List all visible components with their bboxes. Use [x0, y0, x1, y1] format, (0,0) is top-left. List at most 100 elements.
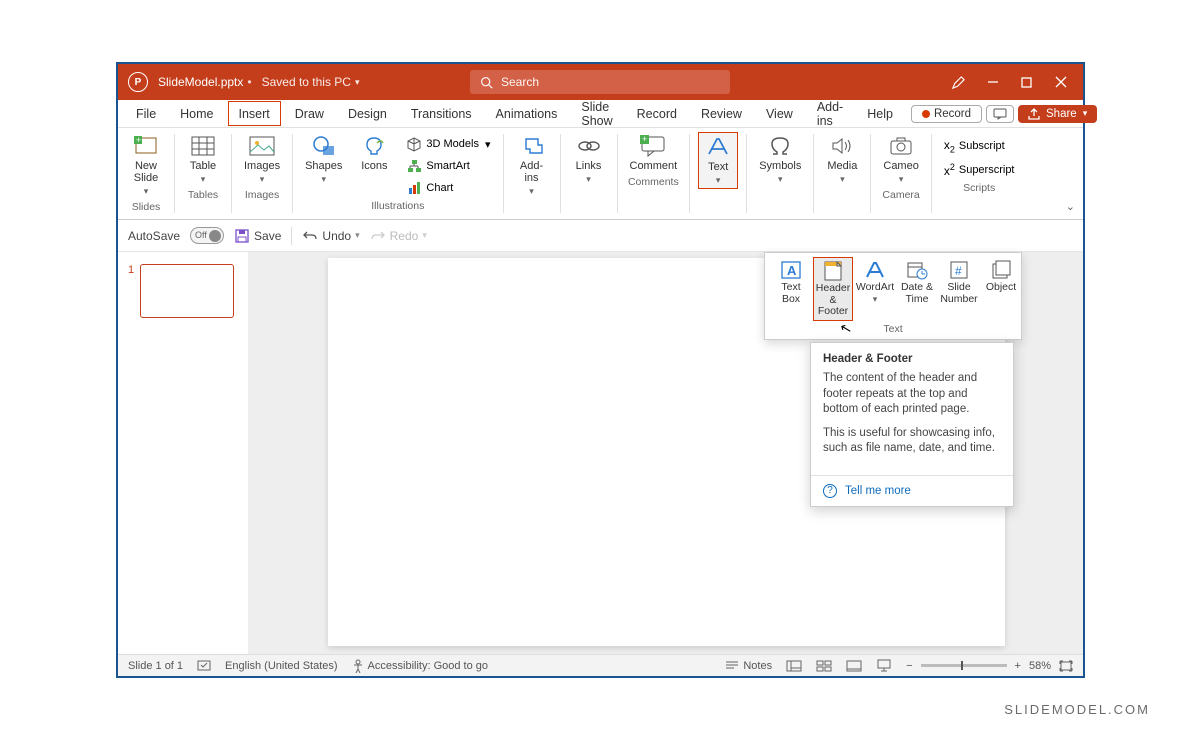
zoom-controls: − + 58% — [906, 660, 1073, 672]
save-button[interactable]: Save — [234, 228, 281, 244]
zoom-level[interactable]: 58% — [1029, 660, 1051, 672]
tooltip-body-1: The content of the header and footer rep… — [823, 371, 1001, 418]
undo-button[interactable]: Undo▾ — [302, 229, 359, 243]
app-window: P SlideModel.pptx • Saved to this PC ▾ S… — [116, 62, 1085, 678]
search-box[interactable]: Search — [470, 70, 730, 94]
redo-icon — [370, 229, 386, 243]
zoom-out-button[interactable]: − — [906, 660, 912, 672]
tab-help[interactable]: Help — [857, 102, 903, 125]
language-indicator[interactable]: English (United States) — [225, 660, 338, 672]
icons-icon — [360, 134, 388, 158]
slide-thumbnail-pane[interactable]: 1 — [118, 252, 248, 654]
object-button[interactable]: Object — [981, 257, 1021, 321]
tab-record[interactable]: Record — [627, 102, 687, 125]
tab-file[interactable]: File — [126, 102, 166, 125]
tab-addins[interactable]: Add-ins — [807, 95, 853, 132]
textbox-icon: A — [777, 259, 805, 281]
save-icon — [234, 228, 250, 244]
chevron-down-icon: ▾ — [355, 77, 360, 88]
comment-button[interactable]: + Comment — [626, 132, 682, 174]
superscript-button[interactable]: x2Superscript — [940, 160, 1019, 180]
fit-window-button[interactable] — [1059, 660, 1073, 672]
search-placeholder: Search — [501, 75, 539, 89]
collapse-ribbon-button[interactable]: ⌄ — [1066, 200, 1075, 213]
chart-button[interactable]: Chart — [402, 178, 494, 198]
spellcheck-icon[interactable] — [197, 660, 211, 672]
links-button[interactable]: Links▾ — [569, 132, 609, 187]
table-button[interactable]: Table▾ — [183, 132, 223, 187]
text-box-button[interactable]: A Text Box — [771, 257, 811, 321]
slide-canvas-area: A Text Box Header & Footer WordArt▾ Date… — [248, 252, 1083, 654]
wordart-icon — [861, 259, 889, 281]
group-camera-label: Camera — [882, 187, 919, 203]
share-button[interactable]: Share▾ — [1018, 105, 1097, 123]
share-icon — [1028, 108, 1040, 120]
link-icon — [575, 134, 603, 158]
record-dot-icon — [922, 110, 930, 118]
comment-icon: + — [639, 134, 667, 158]
comments-pane-button[interactable] — [986, 105, 1014, 123]
slideshow-view-button[interactable] — [876, 659, 892, 672]
tab-transitions[interactable]: Transitions — [401, 102, 482, 125]
shapes-button[interactable]: Shapes▾ — [301, 132, 346, 187]
reading-view-button[interactable] — [846, 660, 862, 672]
tab-draw[interactable]: Draw — [285, 102, 334, 125]
tab-slideshow[interactable]: Slide Show — [571, 95, 622, 132]
text-dropdown-button[interactable]: Text▾ — [698, 132, 738, 189]
symbols-button[interactable]: Symbols▾ — [755, 132, 805, 187]
images-button[interactable]: Images▾ — [240, 132, 284, 187]
tab-animations[interactable]: Animations — [486, 102, 568, 125]
status-bar: Slide 1 of 1 English (United States) Acc… — [118, 654, 1083, 676]
maximize-button[interactable] — [1019, 74, 1035, 90]
shapes-icon — [310, 134, 338, 158]
camera-icon — [887, 134, 915, 158]
tab-review[interactable]: Review — [691, 102, 752, 125]
zoom-in-button[interactable]: + — [1015, 660, 1021, 672]
subscript-button[interactable]: x2Subscript — [940, 136, 1019, 156]
tab-insert[interactable]: Insert — [228, 101, 281, 126]
redo-button[interactable]: Redo▾ — [370, 229, 427, 243]
table-icon — [189, 134, 217, 158]
media-button[interactable]: Media▾ — [822, 132, 862, 187]
document-title: SlideModel.pptx — [158, 75, 243, 89]
group-scripts-label: Scripts — [963, 180, 995, 196]
autosave-toggle[interactable]: Off — [190, 227, 224, 244]
zoom-slider[interactable] — [921, 664, 1007, 667]
notes-button[interactable]: Notes — [725, 660, 772, 672]
accessibility-indicator[interactable]: Accessibility: Good to go — [352, 659, 488, 673]
tooltip-body-2: This is useful for showcasing info, such… — [823, 426, 1001, 457]
search-icon — [480, 76, 493, 89]
text-icon — [704, 135, 732, 159]
cameo-button[interactable]: Cameo▾ — [879, 132, 922, 187]
slide-number-button[interactable]: # Slide Number — [939, 257, 979, 321]
tab-view[interactable]: View — [756, 102, 803, 125]
group-images-label: Images — [245, 187, 279, 203]
icons-button[interactable]: Icons — [354, 132, 394, 174]
tab-design[interactable]: Design — [338, 102, 397, 125]
date-time-button[interactable]: Date & Time — [897, 257, 937, 321]
save-status[interactable]: Saved to this PC ▾ — [262, 75, 360, 89]
undo-icon — [302, 229, 318, 243]
slide-counter[interactable]: Slide 1 of 1 — [128, 660, 183, 672]
normal-view-button[interactable] — [786, 660, 802, 672]
omega-icon — [766, 134, 794, 158]
header-footer-button[interactable]: Header & Footer — [813, 257, 853, 321]
pen-icon[interactable] — [951, 74, 967, 90]
slide-sorter-button[interactable] — [816, 660, 832, 672]
wordart-button[interactable]: WordArt▾ — [855, 257, 895, 321]
new-slide-button[interactable]: + New Slide▾ — [126, 132, 166, 199]
tab-home[interactable]: Home — [170, 102, 223, 125]
smartart-button[interactable]: SmartArt — [402, 156, 494, 176]
svg-text:+: + — [642, 135, 647, 144]
addins-button[interactable]: Add- ins▾ — [512, 132, 552, 199]
text-gallery-label: Text — [771, 321, 1015, 337]
slide-number-icon: # — [945, 259, 973, 281]
slide-thumbnail-1[interactable]: 1 — [128, 264, 238, 318]
record-button[interactable]: Record — [911, 105, 982, 123]
ribbon-tabs: File Home Insert Draw Design Transitions… — [118, 100, 1083, 128]
tell-me-more-link[interactable]: ? Tell me more — [811, 475, 1013, 506]
minimize-button[interactable] — [985, 74, 1001, 90]
3d-models-button[interactable]: 3D Models▾ — [402, 134, 494, 154]
close-button[interactable] — [1053, 74, 1069, 90]
group-slides-label: Slides — [132, 199, 161, 215]
